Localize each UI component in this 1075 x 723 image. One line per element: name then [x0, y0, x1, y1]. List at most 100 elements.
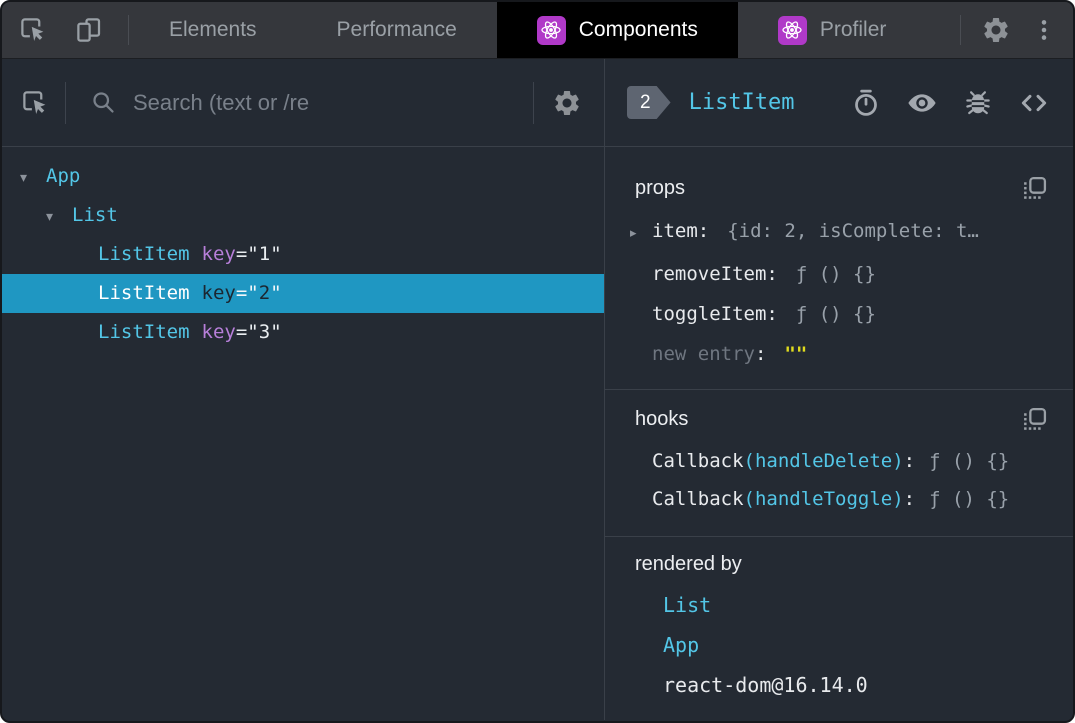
- quote: ": [270, 243, 282, 265]
- rendered-by-list[interactable]: List: [605, 585, 1073, 625]
- prop-name: toggleItem: [652, 303, 767, 325]
- rendered-by-app[interactable]: App: [605, 625, 1073, 665]
- tab-label: Components: [578, 18, 698, 41]
- suspend-stopwatch-button[interactable]: [849, 86, 883, 120]
- key-attribute-value: 3: [258, 321, 271, 343]
- colon: :: [903, 488, 916, 510]
- tab-label: Profiler: [819, 18, 887, 41]
- component-header: 2 ListItem: [605, 59, 1073, 147]
- tree-node-app[interactable]: ▾ App: [2, 157, 604, 196]
- key-attribute-value: 1: [258, 243, 271, 265]
- component-name: ListItem: [98, 321, 190, 343]
- react-logo-icon: [536, 15, 566, 45]
- tab-components[interactable]: Components: [496, 2, 738, 58]
- device-toolbar-button[interactable]: [72, 13, 106, 47]
- tab-profiler[interactable]: Profiler: [738, 2, 927, 58]
- hook-name: (handleToggle): [743, 488, 904, 510]
- prop-value: {id: 2, isComplete: t…: [727, 220, 979, 242]
- props-section-title: props: [635, 176, 686, 199]
- component-name: ListItem: [98, 282, 190, 304]
- equals-sign: =: [235, 282, 248, 304]
- inspect-dom-eye-button[interactable]: [905, 86, 939, 120]
- tab-strip: Elements Performance Components Profiler: [129, 2, 926, 58]
- quote: ": [270, 282, 282, 304]
- hook-row-handledelete[interactable]: Callback(handleDelete): ƒ () {}: [605, 442, 1073, 480]
- hook-value: ƒ () {}: [929, 488, 1010, 510]
- key-attribute-value: 2: [258, 282, 271, 304]
- prop-value[interactable]: "": [784, 343, 807, 365]
- tab-performance[interactable]: Performance: [297, 2, 497, 58]
- chevron-down-icon[interactable]: ▾: [20, 159, 46, 198]
- components-tree-panel: Search (text or /re ▾ App ▾ List ListItem key…: [2, 59, 605, 720]
- tree-node-listitem-key-1[interactable]: ListItem key="1": [2, 235, 604, 274]
- rendered-by-section: rendered by List App react-dom@16.14.0: [605, 537, 1073, 721]
- prop-value: ƒ () {}: [795, 303, 876, 325]
- tab-label: Performance: [336, 18, 457, 41]
- tab-label: Elements: [169, 18, 257, 41]
- inspect-element-icon: [20, 88, 50, 118]
- react-logo-icon: [777, 15, 807, 45]
- prop-name[interactable]: new entry: [652, 343, 755, 365]
- chevron-down-icon[interactable]: ▾: [46, 198, 72, 237]
- hook-row-handletoggle[interactable]: Callback(handleToggle): ƒ () {}: [605, 480, 1073, 518]
- gear-icon: [981, 15, 1011, 45]
- key-attribute-name: key: [201, 243, 236, 265]
- select-element-button[interactable]: [18, 86, 52, 120]
- quote: ": [247, 321, 259, 343]
- header-actions: [827, 86, 1051, 120]
- hooks-rows: Callback(handleDelete): ƒ () {} Callback(h…: [605, 442, 1073, 518]
- selected-component-name: ListItem: [688, 90, 795, 115]
- tree-node-listitem-key-3[interactable]: ListItem key="3": [2, 313, 604, 352]
- prop-row-item[interactable]: ▸ item: {id: 2, isComplete: t…: [605, 211, 1073, 254]
- quote: ": [247, 243, 259, 265]
- chevron-right-icon[interactable]: ▸: [630, 214, 652, 254]
- prop-row-removeitem[interactable]: removeItem: ƒ () {}: [605, 254, 1073, 294]
- copy-to-clipboard-icon[interactable]: [1017, 171, 1051, 205]
- tab-elements[interactable]: Elements: [129, 2, 297, 58]
- colon: :: [697, 220, 710, 242]
- prop-row-toggleitem[interactable]: toggleItem: ƒ () {}: [605, 294, 1073, 334]
- toolbar-divider: [960, 15, 961, 45]
- hook-value: ƒ () {}: [929, 450, 1010, 472]
- devtools-topbar: Elements Performance Components Profiler: [2, 2, 1073, 59]
- rendered-by-rows: List App react-dom@16.14.0: [605, 585, 1073, 705]
- props-rows: ▸ item: {id: 2, isComplete: t… removeItem: ƒ…: [605, 211, 1073, 374]
- hooks-section: hooks Callback(handleDelete): ƒ () {} Call…: [605, 390, 1073, 537]
- debug-bug-button[interactable]: [961, 86, 995, 120]
- tree-settings-gear-button[interactable]: [550, 86, 584, 120]
- prop-row-new-entry[interactable]: new entry: "": [605, 334, 1073, 374]
- quote: ": [270, 321, 282, 343]
- inspect-element-button[interactable]: [16, 13, 50, 47]
- component-name: List: [72, 204, 118, 226]
- settings-gear-button[interactable]: [979, 13, 1013, 47]
- colon: :: [903, 450, 916, 472]
- key-attribute-name: key: [201, 321, 236, 343]
- rendered-by-react-dom-16-14-0: react-dom@16.14.0: [663, 673, 868, 697]
- prop-name: item: [652, 220, 698, 242]
- tree-node-list[interactable]: ▾ List: [2, 196, 604, 235]
- tree-toolbar: Search (text or /re: [2, 59, 604, 147]
- component-tree: ▾ App ▾ List ListItem key="1" ListItem key="2" L…: [2, 147, 604, 720]
- prop-name: removeItem: [652, 263, 767, 285]
- equals-sign: =: [235, 243, 248, 265]
- search-input[interactable]: Search (text or /re: [66, 59, 520, 146]
- quote: ": [247, 282, 259, 304]
- colon: :: [754, 343, 767, 365]
- key-badge: 2: [627, 86, 671, 119]
- component-name: ListItem: [98, 243, 190, 265]
- component-name: App: [46, 165, 81, 187]
- copy-to-clipboard-icon[interactable]: [1017, 402, 1051, 436]
- hooks-section-title: hooks: [635, 407, 689, 430]
- colon: :: [766, 263, 778, 285]
- view-source-code-button[interactable]: [1017, 86, 1051, 120]
- key-attribute-name: key: [201, 282, 236, 304]
- gear-icon: [552, 88, 582, 118]
- search-placeholder: Search (text or /re: [133, 89, 310, 115]
- devtools-window: Elements Performance Components Profiler: [0, 0, 1075, 723]
- more-options-button[interactable]: [1027, 13, 1061, 47]
- prop-value: ƒ () {}: [795, 263, 876, 285]
- props-section: props ▸ item: {id: 2, isComplete: t… remove…: [605, 147, 1073, 390]
- hook-type: Callback: [652, 488, 744, 510]
- search-icon: [90, 89, 117, 116]
- tree-node-listitem-key-2[interactable]: ListItem key="2": [2, 274, 604, 313]
